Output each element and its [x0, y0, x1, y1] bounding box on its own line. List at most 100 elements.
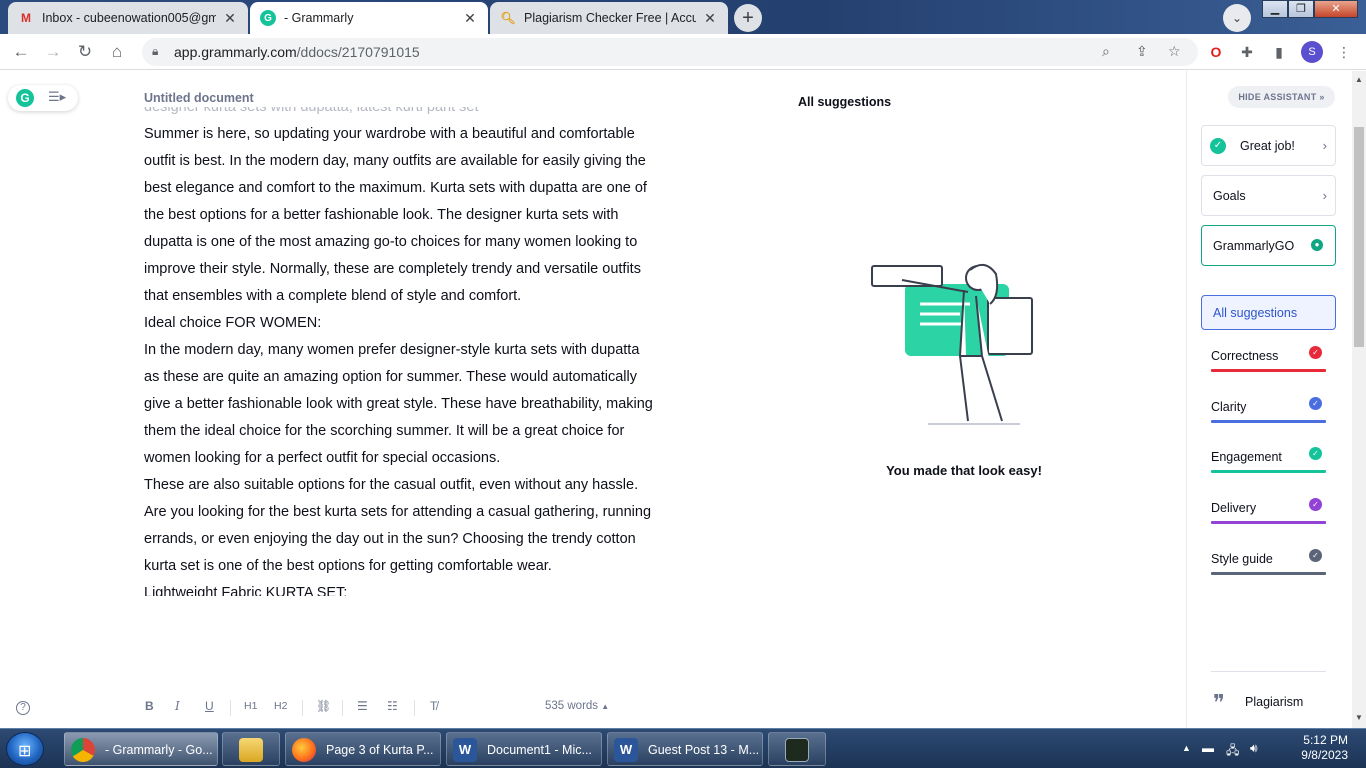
- grammarly-icon: G: [260, 10, 276, 26]
- tab-gmail-inbox[interactable]: M Inbox - cubeenowation005@gma ✕: [8, 2, 248, 34]
- grammarly-editor-page: G ☰▸ Untitled document designer kurta se…: [0, 71, 1352, 728]
- opera-extension-icon[interactable]: O: [1206, 42, 1226, 62]
- double-chevron-right-icon: »: [1319, 92, 1325, 102]
- grammarlygo-card[interactable]: GrammarlyGO ●: [1201, 225, 1336, 266]
- document-editor[interactable]: designer kurta sets with dupatta, latest…: [144, 107, 654, 689]
- search-tab-icon: 🔍︎: [500, 11, 516, 25]
- extensions-puzzle-icon[interactable]: ✚: [1237, 42, 1257, 62]
- link-icon[interactable]: ⛓︎: [316, 699, 331, 713]
- network-icon[interactable]: 🖧︎: [1226, 741, 1239, 762]
- show-hidden-icons-arrow[interactable]: ▲: [1182, 743, 1191, 753]
- clear-formatting-icon[interactable]: T̸: [430, 699, 437, 713]
- quote-icon: ❞: [1213, 691, 1225, 716]
- bold-button[interactable]: B: [145, 699, 154, 713]
- close-tab-icon[interactable]: ✕: [462, 10, 478, 27]
- document-title[interactable]: Untitled document: [144, 91, 254, 105]
- taskbar-item-word-document1[interactable]: W Document1 - Mic...: [446, 732, 602, 766]
- taskbar-item-explorer[interactable]: [222, 732, 280, 766]
- reload-icon[interactable]: ↻: [73, 40, 97, 64]
- scroll-down-arrow-icon[interactable]: ▼: [1352, 713, 1366, 722]
- browser-tab-strip: M Inbox - cubeenowation005@gma ✕ G - Gra…: [0, 0, 1366, 34]
- help-icon[interactable]: ?: [16, 701, 30, 715]
- category-correctness[interactable]: Correctness ✓: [1211, 343, 1326, 373]
- all-suggestions-filter[interactable]: All suggestions: [1201, 295, 1336, 330]
- taskbar-item-firefox[interactable]: Page 3 of Kurta P...: [285, 732, 441, 766]
- check-circle-icon: ✓: [1309, 346, 1322, 359]
- check-circle-icon: ✓: [1309, 397, 1322, 410]
- category-clarity[interactable]: Clarity ✓: [1211, 394, 1326, 424]
- windows-logo-icon: ⊞: [18, 743, 32, 760]
- share-icon[interactable]: ⇪: [1136, 43, 1148, 60]
- plagiarism-button[interactable]: ❞ Plagiarism: [1213, 691, 1303, 716]
- paragraph: In the modern day, many women prefer des…: [144, 342, 653, 466]
- forward-arrow-icon[interactable]: →: [41, 40, 65, 64]
- tab-search-button[interactable]: ⌄: [1223, 4, 1251, 32]
- category-style-guide[interactable]: Style guide ✓: [1211, 546, 1326, 576]
- check-circle-icon: ✓: [1309, 498, 1322, 511]
- underline-button[interactable]: U: [205, 699, 214, 713]
- more-menu-icon[interactable]: ⋮: [1334, 42, 1354, 62]
- close-tab-icon[interactable]: ✕: [222, 10, 238, 27]
- woman-presenting-illustration: [871, 263, 1033, 425]
- divider: [1211, 671, 1326, 672]
- tab-title: Plagiarism Checker Free | Accurat: [524, 11, 696, 25]
- tab-title: Inbox - cubeenowation005@gma: [42, 11, 216, 25]
- numbered-list-icon[interactable]: ☰: [357, 699, 368, 713]
- grammarlygo-label: GrammarlyGO: [1213, 239, 1295, 253]
- browser-toolbar: ← → ↻ ⌂ 🔒︎ app.grammarly.com/ddocs/21707…: [0, 34, 1366, 70]
- close-window-button[interactable]: ✕: [1314, 0, 1358, 18]
- empty-suggestions-message: You made that look easy!: [886, 463, 1042, 478]
- bulleted-list-icon[interactable]: ☷: [387, 699, 398, 713]
- paragraph: Summer is here, so updating your wardrob…: [144, 126, 647, 304]
- zoom-search-icon[interactable]: ⌕: [1102, 43, 1110, 60]
- word-count[interactable]: 535 words ▲: [545, 700, 609, 712]
- scroll-up-arrow-icon[interactable]: ▲: [1352, 75, 1366, 84]
- close-tab-icon[interactable]: ✕: [702, 10, 718, 27]
- category-delivery[interactable]: Delivery ✓: [1211, 495, 1326, 525]
- suggestions-panel-title: All suggestions: [798, 95, 892, 109]
- bookmark-star-icon[interactable]: ☆: [1168, 43, 1181, 60]
- check-circle-icon: ✓: [1309, 447, 1322, 460]
- hide-assistant-button[interactable]: HIDE ASSISTANT »: [1228, 86, 1335, 108]
- start-button[interactable]: ⊞: [6, 732, 44, 766]
- paragraph-heading: Ideal choice FOR WOMEN:: [144, 315, 322, 331]
- new-tab-button[interactable]: +: [734, 4, 762, 32]
- page-scrollbar[interactable]: ▲ ▼: [1352, 71, 1366, 728]
- formatting-toolbar: ? B I U H1 H2 ⛓︎ ☰ ☷ T̸ 535 words ▲: [0, 695, 1186, 728]
- home-icon[interactable]: ⌂: [105, 40, 129, 64]
- taskbar-item-task-manager[interactable]: [768, 732, 826, 766]
- tab-title: - Grammarly: [284, 11, 354, 25]
- overall-score-card[interactable]: ✓ Great job! ›: [1201, 125, 1336, 166]
- goals-card[interactable]: Goals ›: [1201, 175, 1336, 216]
- score-label: Great job!: [1240, 139, 1295, 153]
- volume-icon[interactable]: 🔊︎: [1250, 741, 1258, 756]
- clock[interactable]: 5:12 PM 9/8/2023: [1301, 733, 1348, 763]
- category-engagement[interactable]: Engagement ✓: [1211, 444, 1326, 474]
- italic-button[interactable]: I: [175, 699, 180, 713]
- heading2-button[interactable]: H2: [274, 700, 287, 712]
- profile-avatar[interactable]: S: [1301, 41, 1323, 63]
- minimize-button[interactable]: ▁: [1262, 0, 1288, 18]
- firefox-icon: [292, 738, 316, 762]
- windows-taskbar: ⊞ - Grammarly - Go... Page 3 of Kurta P.…: [0, 728, 1366, 768]
- folder-icon: [239, 738, 263, 762]
- scrolled-text-line: designer kurta sets with dupatta, latest…: [144, 107, 479, 115]
- heading1-button[interactable]: H1: [244, 700, 257, 712]
- taskbar-item-chrome[interactable]: - Grammarly - Go...: [64, 732, 218, 766]
- maximize-button[interactable]: ❐: [1288, 0, 1314, 18]
- lock-icon: 🔒︎: [152, 44, 159, 58]
- chrome-icon: [71, 738, 95, 762]
- divider: [342, 700, 343, 716]
- side-panel-icon[interactable]: ▮: [1269, 42, 1289, 62]
- assistant-sidebar: HIDE ASSISTANT » ✓ Great job! › Goals › …: [1186, 71, 1352, 728]
- monitor-icon: [785, 738, 809, 762]
- address-bar[interactable]: 🔒︎ app.grammarly.com/ddocs/2170791015 ⌕ …: [142, 38, 1198, 66]
- grammarly-logo-icon: G: [16, 89, 34, 107]
- back-arrow-icon[interactable]: ←: [9, 40, 33, 64]
- scrollbar-thumb[interactable]: [1354, 127, 1364, 347]
- taskbar-item-word-guest-post[interactable]: W Guest Post 13 - M...: [607, 732, 763, 766]
- action-center-icon[interactable]: ▬: [1202, 741, 1214, 755]
- tab-plagiarism-checker[interactable]: 🔍︎ Plagiarism Checker Free | Accurat ✕: [490, 2, 728, 34]
- tab-grammarly[interactable]: G - Grammarly ✕: [250, 2, 488, 34]
- grammarly-menu-button[interactable]: G ☰▸: [8, 85, 78, 111]
